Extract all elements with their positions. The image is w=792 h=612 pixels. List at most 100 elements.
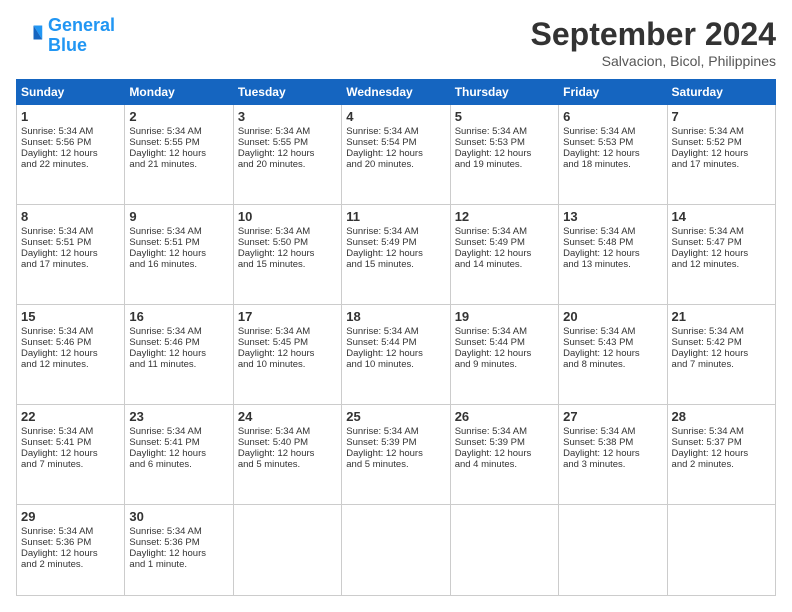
table-row: 2Sunrise: 5:34 AMSunset: 5:55 PMDaylight…: [125, 105, 233, 205]
day-info: Sunrise: 5:34 AMSunset: 5:53 PMDaylight:…: [563, 126, 640, 170]
day-number: 16: [129, 309, 228, 324]
day-number: 21: [672, 309, 771, 324]
calendar-week-row: 1 Sunrise: 5:34 AMSunset: 5:56 PMDaylight…: [17, 105, 776, 205]
table-row: 6Sunrise: 5:34 AMSunset: 5:53 PMDaylight…: [559, 105, 667, 205]
table-row: 12Sunrise: 5:34 AMSunset: 5:49 PMDayligh…: [450, 205, 558, 305]
day-number: 23: [129, 409, 228, 424]
day-info: Sunrise: 5:34 AMSunset: 5:41 PMDaylight:…: [21, 426, 98, 470]
day-number: 1: [21, 109, 120, 124]
calendar-week-row: 8 Sunrise: 5:34 AMSunset: 5:51 PMDaylight…: [17, 205, 776, 305]
page: General Blue September 2024 Salvacion, B…: [0, 0, 792, 612]
table-row: 17Sunrise: 5:34 AMSunset: 5:45 PMDayligh…: [233, 305, 341, 405]
day-info: Sunrise: 5:34 AMSunset: 5:42 PMDaylight:…: [672, 326, 749, 370]
table-row: [450, 505, 558, 596]
day-info: Sunrise: 5:34 AMSunset: 5:44 PMDaylight:…: [455, 326, 532, 370]
table-row: 20 Sunrise: 5:34 AMSunset: 5:43 PMDayligh…: [559, 305, 667, 405]
day-info: Sunrise: 5:34 AMSunset: 5:49 PMDaylight:…: [346, 226, 423, 270]
day-info: Sunrise: 5:34 AMSunset: 5:52 PMDaylight:…: [672, 126, 749, 170]
table-row: 26Sunrise: 5:34 AMSunset: 5:39 PMDayligh…: [450, 405, 558, 505]
table-row: 29 Sunrise: 5:34 AMSunset: 5:36 PMDayligh…: [17, 505, 125, 596]
day-number: 2: [129, 109, 228, 124]
day-info: Sunrise: 5:34 AMSunset: 5:40 PMDaylight:…: [238, 426, 315, 470]
calendar-week-row: 15 Sunrise: 5:34 AMSunset: 5:46 PMDayligh…: [17, 305, 776, 405]
day-info: Sunrise: 5:34 AMSunset: 5:53 PMDaylight:…: [455, 126, 532, 170]
day-number: 5: [455, 109, 554, 124]
day-info: Sunrise: 5:34 AMSunset: 5:51 PMDaylight:…: [21, 226, 98, 270]
day-info: Sunrise: 5:34 AMSunset: 5:36 PMDaylight:…: [21, 526, 98, 570]
table-row: 18 Sunrise: 5:34 AMSunset: 5:44 PMDayligh…: [342, 305, 450, 405]
day-info: Sunrise: 5:34 AMSunset: 5:45 PMDaylight:…: [238, 326, 315, 370]
day-number: 30: [129, 509, 228, 524]
day-info: Sunrise: 5:34 AMSunset: 5:46 PMDaylight:…: [21, 326, 98, 370]
table-row: [559, 505, 667, 596]
day-info: Sunrise: 5:34 AMSunset: 5:49 PMDaylight:…: [455, 226, 532, 270]
month-title: September 2024: [531, 16, 776, 53]
day-info: Sunrise: 5:34 AMSunset: 5:39 PMDaylight:…: [346, 426, 423, 470]
day-number: 29: [21, 509, 120, 524]
day-number: 9: [129, 209, 228, 224]
table-row: 5 Sunrise: 5:34 AMSunset: 5:53 PMDaylight…: [450, 105, 558, 205]
logo-line1: General: [48, 15, 115, 35]
day-info: Sunrise: 5:34 AMSunset: 5:36 PMDaylight:…: [129, 526, 206, 570]
col-friday: Friday: [559, 80, 667, 105]
day-number: 15: [21, 309, 120, 324]
calendar-week-row: 29 Sunrise: 5:34 AMSunset: 5:36 PMDayligh…: [17, 505, 776, 596]
day-number: 7: [672, 109, 771, 124]
col-thursday: Thursday: [450, 80, 558, 105]
day-info: Sunrise: 5:34 AMSunset: 5:46 PMDaylight:…: [129, 326, 206, 370]
table-row: [233, 505, 341, 596]
day-info: Sunrise: 5:34 AMSunset: 5:43 PMDaylight:…: [563, 326, 640, 370]
calendar-table: Sunday Monday Tuesday Wednesday Thursday…: [16, 79, 776, 596]
col-wednesday: Wednesday: [342, 80, 450, 105]
day-number: 19: [455, 309, 554, 324]
logo-icon: [16, 22, 44, 50]
day-number: 18: [346, 309, 445, 324]
table-row: 22Sunrise: 5:34 AMSunset: 5:41 PMDayligh…: [17, 405, 125, 505]
day-number: 10: [238, 209, 337, 224]
day-info: Sunrise: 5:34 AMSunset: 5:37 PMDaylight:…: [672, 426, 749, 470]
calendar-week-row: 22Sunrise: 5:34 AMSunset: 5:41 PMDayligh…: [17, 405, 776, 505]
logo-line2: Blue: [48, 36, 115, 56]
table-row: 15 Sunrise: 5:34 AMSunset: 5:46 PMDayligh…: [17, 305, 125, 405]
location: Salvacion, Bicol, Philippines: [531, 53, 776, 69]
table-row: 8 Sunrise: 5:34 AMSunset: 5:51 PMDaylight…: [17, 205, 125, 305]
day-number: 20: [563, 309, 662, 324]
day-info: Sunrise: 5:34 AMSunset: 5:50 PMDaylight:…: [238, 226, 315, 270]
day-number: 26: [455, 409, 554, 424]
day-number: 11: [346, 209, 445, 224]
table-row: 4 Sunrise: 5:34 AMSunset: 5:54 PMDaylight…: [342, 105, 450, 205]
day-number: 14: [672, 209, 771, 224]
day-number: 4: [346, 109, 445, 124]
calendar-header-row: Sunday Monday Tuesday Wednesday Thursday…: [17, 80, 776, 105]
title-area: September 2024 Salvacion, Bicol, Philipp…: [531, 16, 776, 69]
day-info: Sunrise: 5:34 AMSunset: 5:41 PMDaylight:…: [129, 426, 206, 470]
table-row: 14 Sunrise: 5:34 AMSunset: 5:47 PMDayligh…: [667, 205, 775, 305]
day-number: 24: [238, 409, 337, 424]
table-row: 28 Sunrise: 5:34 AMSunset: 5:37 PMDayligh…: [667, 405, 775, 505]
col-monday: Monday: [125, 80, 233, 105]
col-tuesday: Tuesday: [233, 80, 341, 105]
table-row: [667, 505, 775, 596]
header: General Blue September 2024 Salvacion, B…: [16, 16, 776, 69]
table-row: 23 Sunrise: 5:34 AMSunset: 5:41 PMDayligh…: [125, 405, 233, 505]
day-info: Sunrise: 5:34 AMSunset: 5:54 PMDaylight:…: [346, 126, 423, 170]
table-row: 25Sunrise: 5:34 AMSunset: 5:39 PMDayligh…: [342, 405, 450, 505]
day-info: Sunrise: 5:34 AMSunset: 5:44 PMDaylight:…: [346, 326, 423, 370]
day-number: 28: [672, 409, 771, 424]
table-row: 13 Sunrise: 5:34 AMSunset: 5:48 PMDayligh…: [559, 205, 667, 305]
day-number: 8: [21, 209, 120, 224]
table-row: [342, 505, 450, 596]
col-sunday: Sunday: [17, 80, 125, 105]
table-row: 21 Sunrise: 5:34 AMSunset: 5:42 PMDayligh…: [667, 305, 775, 405]
day-number: 13: [563, 209, 662, 224]
table-row: 10 Sunrise: 5:34 AMSunset: 5:50 PMDayligh…: [233, 205, 341, 305]
day-info: Sunrise: 5:34 AMSunset: 5:47 PMDaylight:…: [672, 226, 749, 270]
table-row: 9 Sunrise: 5:34 AMSunset: 5:51 PMDaylight…: [125, 205, 233, 305]
table-row: 16 Sunrise: 5:34 AMSunset: 5:46 PMDayligh…: [125, 305, 233, 405]
day-info: Sunrise: 5:34 AMSunset: 5:48 PMDaylight:…: [563, 226, 640, 270]
day-info: Sunrise: 5:34 AMSunset: 5:51 PMDaylight:…: [129, 226, 206, 270]
day-info: Sunrise: 5:34 AMSunset: 5:55 PMDaylight:…: [238, 126, 315, 170]
day-info: Sunrise: 5:34 AMSunset: 5:56 PMDaylight:…: [21, 126, 98, 170]
table-row: 30 Sunrise: 5:34 AMSunset: 5:36 PMDayligh…: [125, 505, 233, 596]
logo: General Blue: [16, 16, 115, 56]
